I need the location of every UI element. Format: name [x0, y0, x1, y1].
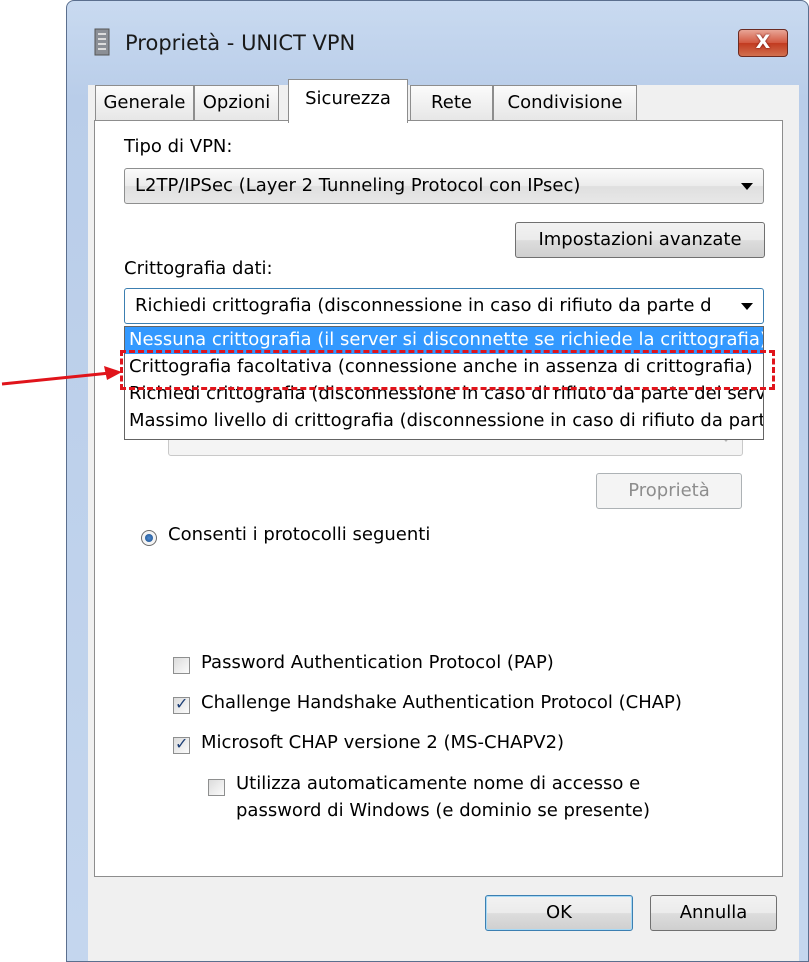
tab-condivisione[interactable]: Condivisione	[493, 85, 637, 121]
title-bar[interactable]: Proprietà - UNICT VPN X	[67, 1, 808, 85]
network-connection-icon	[93, 27, 111, 57]
annotation-highlight-box	[120, 350, 775, 390]
ok-button[interactable]: OK	[485, 895, 633, 931]
chap-checkbox[interactable]	[173, 694, 190, 714]
window-title: Proprietà - UNICT VPN	[125, 31, 356, 55]
tab-rete[interactable]: Rete	[410, 85, 493, 121]
close-icon: X	[755, 31, 771, 53]
cancel-button[interactable]: Annulla	[650, 895, 777, 931]
allow-protocols-radio[interactable]	[141, 530, 157, 546]
encryption-value: Richiedi crittografia (disconnessione in…	[135, 295, 712, 316]
allow-protocols-label[interactable]: Consenti i protocolli seguenti	[168, 524, 430, 545]
auto-logon-label-line2[interactable]: password di Windows (e dominio se presen…	[236, 800, 650, 821]
close-button[interactable]: X	[738, 29, 788, 57]
vpn-type-label: Tipo di VPN:	[124, 136, 233, 157]
vpn-type-select[interactable]: L2TP/IPSec (Layer 2 Tunneling Protocol c…	[124, 168, 764, 204]
encryption-select[interactable]: Richiedi crittografia (disconnessione in…	[124, 288, 764, 324]
auto-logon-checkbox[interactable]	[208, 779, 225, 796]
dialog-client-area: Generale Opzioni Sicurezza Rete Condivis…	[88, 79, 799, 961]
chap-label[interactable]: Challenge Handshake Authentication Proto…	[201, 692, 682, 713]
annotation-arrow-icon	[1, 366, 122, 386]
dropdown-option-maximum[interactable]: Massimo livello di crittografia (disconn…	[125, 408, 763, 435]
advanced-settings-button[interactable]: Impostazioni avanzate	[515, 222, 765, 258]
pap-checkbox[interactable]	[173, 657, 190, 674]
tab-generale[interactable]: Generale	[95, 85, 194, 121]
tab-sicurezza[interactable]: Sicurezza	[288, 79, 408, 123]
chevron-down-icon	[741, 183, 753, 190]
auto-logon-label-line1[interactable]: Utilizza automaticamente nome di accesso…	[236, 773, 640, 794]
properties-button[interactable]: Proprietà	[596, 473, 742, 509]
chevron-down-icon	[741, 303, 753, 310]
encryption-label: Crittografia dati:	[124, 258, 273, 279]
mschapv2-label[interactable]: Microsoft CHAP versione 2 (MS-CHAPV2)	[201, 732, 564, 753]
vpn-type-value: L2TP/IPSec (Layer 2 Tunneling Protocol c…	[135, 175, 581, 196]
tab-opzioni[interactable]: Opzioni	[194, 85, 279, 121]
mschapv2-checkbox[interactable]	[173, 734, 190, 754]
pap-label[interactable]: Password Authentication Protocol (PAP)	[201, 652, 554, 673]
